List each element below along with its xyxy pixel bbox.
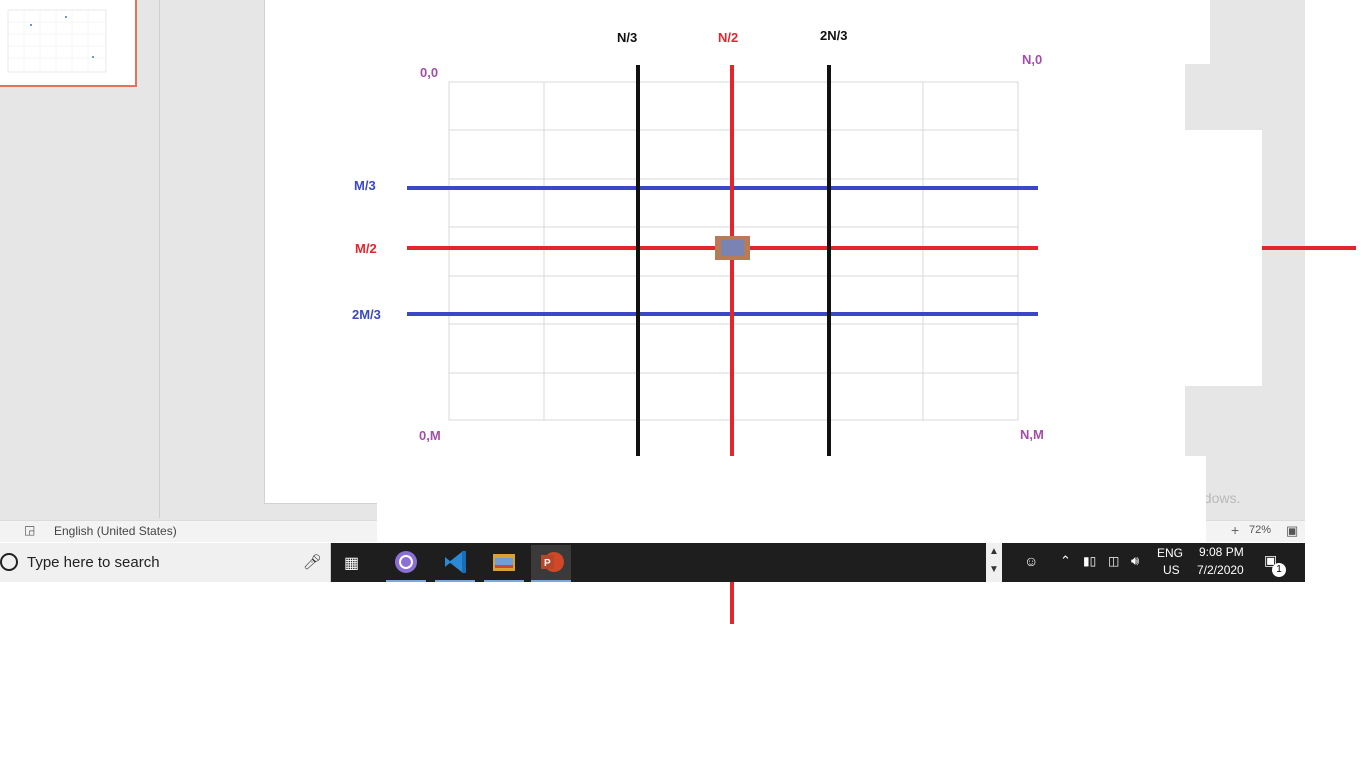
corner-bottom-left: 0,M: [419, 428, 441, 443]
label-m-third: M/3: [354, 178, 376, 193]
label-two-m-third: 2M/3: [352, 307, 381, 322]
svg-text:P: P: [544, 558, 551, 569]
microphone-icon[interactable]: 🎤︎: [303, 553, 322, 571]
volume-icon[interactable]: 🔊︎: [1131, 553, 1139, 569]
label-m-half: M/2: [355, 241, 377, 256]
powerpoint-icon: P: [541, 552, 564, 572]
search-placeholder[interactable]: Type here to search: [27, 554, 160, 571]
taskbar-app-powerpoint[interactable]: P: [531, 545, 571, 582]
search-icon: [0, 553, 18, 571]
network-icon[interactable]: ◫: [1108, 554, 1119, 568]
show-hidden-icons-chevron-icon[interactable]: ⌃: [1060, 553, 1071, 569]
input-language-line2[interactable]: US: [1163, 563, 1180, 577]
people-icon[interactable]: ☺: [1024, 553, 1038, 569]
task-view-icon[interactable]: ▦: [344, 553, 359, 573]
taskbar-app-explorer[interactable]: [484, 545, 524, 582]
file-explorer-icon: [493, 554, 515, 571]
label-n-third: N/3: [617, 30, 638, 45]
chevron-down-icon[interactable]: ▼: [986, 561, 1002, 579]
corner-bottom-right: N,M: [1020, 427, 1044, 442]
label-two-n-third: 2N/3: [820, 28, 848, 43]
battery-icon[interactable]: ▮▯: [1083, 554, 1096, 568]
diagram-svg: [407, 65, 1356, 624]
input-language-line1[interactable]: ENG: [1157, 546, 1183, 560]
label-n-half: N/2: [718, 30, 739, 45]
center-marker-inner: [721, 240, 744, 256]
chevron-up-icon[interactable]: ▲: [986, 543, 1002, 561]
corner-top-right: N,0: [1022, 52, 1043, 67]
taskbar-scroll-control[interactable]: ▲ ▼: [986, 543, 1002, 582]
taskbar-app-vscode[interactable]: [435, 545, 475, 582]
bittorrent-icon: [395, 551, 417, 573]
clock-date[interactable]: 7/2/2020: [1197, 563, 1244, 577]
corner-top-left: 0,0: [420, 65, 439, 80]
notification-badge: 1: [1272, 563, 1286, 577]
clock-time[interactable]: 9:08 PM: [1199, 545, 1244, 559]
vscode-icon: [445, 551, 466, 573]
taskbar-app-bittorrent[interactable]: [386, 545, 426, 582]
